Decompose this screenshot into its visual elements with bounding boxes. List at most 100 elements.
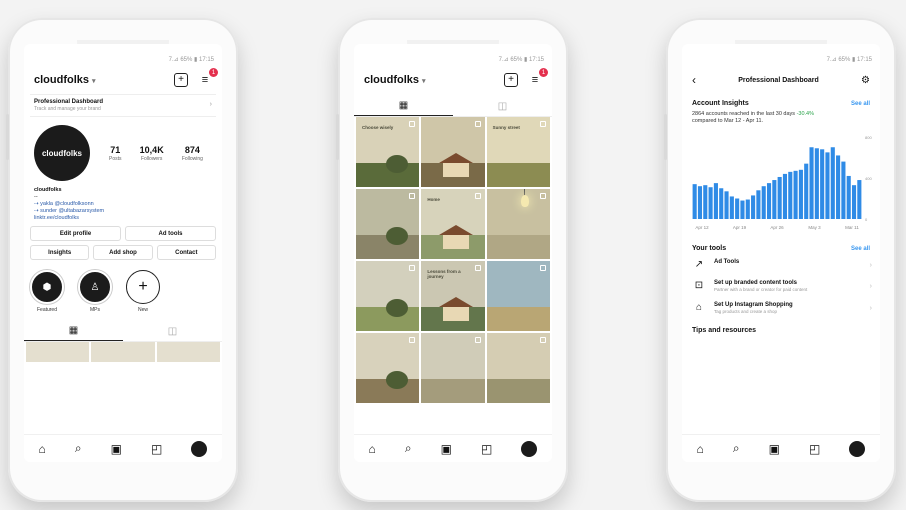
new-post-icon[interactable]: +: [504, 73, 518, 87]
tagged-tab-icon[interactable]: ◫: [453, 96, 552, 116]
post-tile[interactable]: Lessons from a journey: [421, 261, 485, 331]
username-switcher[interactable]: cloudfolks ▾: [364, 74, 426, 86]
post-tile[interactable]: Choose wisely: [356, 117, 420, 187]
chart-bar: [740, 200, 745, 219]
tree-shape: [386, 371, 408, 389]
reels-icon[interactable]: ▣: [769, 442, 780, 456]
add-highlight-icon: +: [126, 270, 160, 304]
post-thumb[interactable]: [156, 342, 220, 362]
professional-dashboard-row[interactable]: Professional Dashboard Track and manage …: [30, 94, 216, 117]
highlight-new[interactable]: + New: [126, 270, 160, 313]
contact-button[interactable]: Contact: [156, 245, 216, 260]
menu-icon[interactable]: ≡ 1: [528, 68, 548, 87]
bio-line[interactable]: ⇢ yakla @cloudfolksonn: [34, 201, 212, 208]
tips-section-header: Tips and resources: [682, 319, 880, 336]
insight-pct: -30.4%: [796, 111, 815, 117]
tagged-tab-icon[interactable]: ◫: [123, 321, 222, 341]
chart-bar: [788, 171, 793, 219]
add-shop-button[interactable]: Add shop: [93, 245, 153, 260]
username-switcher[interactable]: cloudfolks ▾: [34, 74, 96, 86]
multi-post-icon: [474, 337, 481, 343]
profile-tabs: ▦ ◫: [24, 321, 222, 342]
insights-button[interactable]: Insights: [30, 245, 90, 260]
back-arrow-icon[interactable]: ‹: [692, 73, 696, 87]
edit-profile-button[interactable]: Edit profile: [30, 226, 121, 241]
post-tile[interactable]: [486, 189, 550, 259]
stat-followers[interactable]: 10,4K Followers: [140, 145, 164, 162]
post-tile[interactable]: Sunny street: [486, 117, 550, 187]
search-icon[interactable]: ⌕: [733, 441, 740, 456]
post-thumb[interactable]: [26, 342, 90, 362]
chart-bar: [724, 191, 729, 219]
menu-icon[interactable]: ≡ 1: [198, 68, 218, 87]
roof-shape: [439, 225, 474, 235]
y-tick-label: 0: [865, 217, 868, 222]
bio-link[interactable]: linktr.ee/cloudfolks: [34, 215, 212, 222]
post-tile[interactable]: [421, 333, 485, 403]
post-tile[interactable]: [356, 261, 420, 331]
ad-tools-button[interactable]: Ad tools: [125, 226, 216, 241]
insights-section-header: Account Insights See all: [682, 92, 880, 109]
chart-bar: [735, 198, 740, 219]
post-tile[interactable]: [356, 333, 420, 403]
profile-avatar-icon[interactable]: [191, 440, 208, 457]
search-icon[interactable]: ⌕: [405, 441, 412, 456]
chevron-right-icon: ›: [869, 262, 872, 269]
highlight-mps[interactable]: ♙ MPs: [78, 270, 112, 313]
stat-following[interactable]: 874 Following: [182, 145, 203, 162]
chevron-right-icon: ›: [869, 305, 872, 312]
tool-ad-tools[interactable]: ↗ Ad Tools ›: [682, 254, 880, 275]
chart-bar: [777, 176, 782, 219]
shop-icon[interactable]: ◰: [809, 442, 820, 456]
home-icon[interactable]: ⌂: [697, 442, 704, 456]
stat-value: 10,4K: [139, 144, 164, 155]
shop-icon[interactable]: ◰: [481, 442, 492, 456]
reels-icon[interactable]: ▣: [441, 442, 452, 456]
branded-content-icon: ⊡: [694, 280, 704, 291]
x-tick-label: Mar 11: [845, 225, 859, 230]
settings-icon[interactable]: ⚙: [861, 75, 870, 86]
post-tile[interactable]: [486, 261, 550, 331]
status-right: 7.⊿ 65% ▮ 17:15: [168, 56, 214, 63]
insight-text: 2864 accounts reached in the last 30 day…: [692, 111, 796, 117]
stat-label: Following: [181, 155, 203, 162]
tools-section-header: Your tools See all: [682, 235, 880, 254]
chart-bar: [745, 199, 750, 219]
profile-avatar-icon[interactable]: [849, 440, 866, 457]
see-all-link[interactable]: See all: [851, 246, 870, 252]
home-icon[interactable]: ⌂: [39, 442, 46, 456]
stat-posts[interactable]: 71 Posts: [109, 145, 122, 162]
multi-post-icon: [539, 337, 546, 343]
see-all-link[interactable]: See all: [851, 101, 870, 107]
tool-shopping[interactable]: ⌂ Set Up Instagram Shopping Tag products …: [682, 297, 880, 319]
search-icon[interactable]: ⌕: [75, 441, 82, 456]
bio-name: cloudfolks: [34, 187, 62, 193]
bio-line: --: [34, 194, 38, 200]
y-tick-label: 400: [865, 176, 872, 181]
shop-icon[interactable]: ◰: [151, 442, 162, 456]
bio-line[interactable]: ⇢ sunder @ultabazarsystem: [34, 208, 212, 215]
post-tile[interactable]: Home: [421, 189, 485, 259]
avatar[interactable]: cloudfolks: [34, 125, 90, 181]
profile-avatar-icon[interactable]: [521, 440, 538, 457]
tool-branded-content[interactable]: ⊡ Set up branded content tools Partner wi…: [682, 275, 880, 297]
top-bar: cloudfolks ▾ + ≡ 1: [24, 68, 222, 92]
stat-value: 71: [110, 144, 121, 155]
status-right: 7.⊿ 65% ▮ 17:15: [498, 56, 544, 63]
home-icon[interactable]: ⌂: [369, 442, 376, 456]
reels-icon[interactable]: ▣: [111, 442, 122, 456]
tree-shape: [386, 155, 408, 173]
post-tile[interactable]: [421, 117, 485, 187]
side-button: [6, 114, 9, 160]
post-grid: Choose wisely Sunny street Home Lessons fro…: [354, 117, 552, 403]
post-thumb[interactable]: [91, 342, 155, 362]
new-post-icon[interactable]: +: [174, 73, 188, 87]
multi-post-icon: [409, 193, 416, 199]
post-tile[interactable]: [486, 333, 550, 403]
house-shape: [443, 163, 470, 177]
highlight-icon: ⬢: [30, 270, 64, 304]
post-tile[interactable]: [356, 189, 420, 259]
grid-tab-icon[interactable]: ▦: [24, 321, 123, 341]
highlight-featured[interactable]: ⬢ Featured: [30, 270, 64, 313]
grid-tab-icon[interactable]: ▦: [354, 96, 453, 116]
